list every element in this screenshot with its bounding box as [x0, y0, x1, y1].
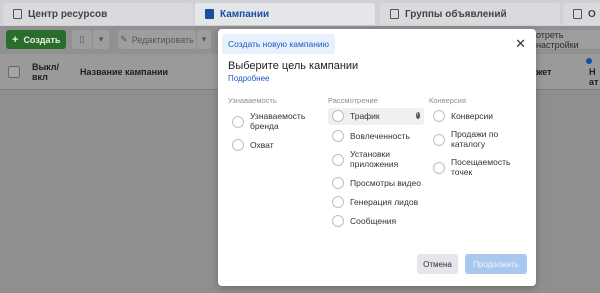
create-campaign-dialog: Создать новую кампанию ✕ Выберите цель к…: [218, 29, 536, 286]
tab-label: Группы объявлений: [405, 8, 507, 20]
chevron-down-icon: ▾: [98, 34, 104, 44]
radio-button[interactable]: [433, 134, 445, 146]
option-label: Генерация лидов: [350, 197, 419, 207]
chevron-down-icon: ▾: [201, 34, 207, 44]
tab-ads[interactable]: О: [563, 3, 600, 25]
column-header-partial[interactable]: Н ат: [589, 67, 599, 87]
tab-label: О: [588, 8, 596, 20]
learn-more-link[interactable]: Подробнее: [228, 74, 270, 83]
dialog-title: Выберите цель кампании: [228, 60, 359, 72]
objective-option-brand-awareness[interactable]: Узнаваемость бренда: [232, 111, 318, 131]
radio-button[interactable]: [332, 215, 344, 227]
radio-button[interactable]: [232, 139, 244, 151]
option-label: Конверсии: [451, 111, 493, 121]
info-icon: [586, 58, 592, 64]
objective-option-catalog-sales[interactable]: Продажи по каталогу: [433, 129, 501, 149]
tab-ad-groups[interactable]: Группы объявлений: [380, 3, 560, 25]
continue-button[interactable]: Продолжить: [465, 254, 527, 274]
tab-label: Кампании: [220, 8, 270, 20]
radio-button[interactable]: [232, 116, 244, 128]
objective-option-video-views[interactable]: Просмотры видео: [332, 177, 421, 189]
option-label: Продажи по каталогу: [451, 129, 499, 149]
radio-button[interactable]: [332, 110, 344, 122]
select-all-checkbox[interactable]: [8, 66, 20, 78]
edit-button[interactable]: ✎ Редактировать: [118, 30, 196, 49]
option-label: Установки приложения: [350, 149, 399, 169]
duplicate-button[interactable]: ▯: [72, 30, 92, 49]
duplicate-dropdown-button[interactable]: ▾: [93, 30, 109, 49]
option-label: Охват: [250, 140, 274, 150]
objective-option-conversions[interactable]: Конверсии: [433, 110, 493, 122]
radio-button[interactable]: [332, 154, 344, 166]
objective-option-reach[interactable]: Охват: [232, 139, 274, 151]
divider: [218, 248, 536, 249]
option-label: Вовлеченность: [350, 131, 410, 141]
edit-label: Редактировать: [131, 34, 194, 45]
create-label: Создать: [23, 34, 61, 45]
objective-option-app-installs[interactable]: Установки приложения: [332, 149, 402, 169]
document-icon: [573, 9, 582, 19]
view-settings-button[interactable]: отреть настройки: [532, 29, 600, 50]
tab-label: Центр ресурсов: [28, 8, 108, 20]
column-header-campaign-name[interactable]: Название кампании: [80, 67, 168, 77]
view-settings-label: отреть настройки: [536, 29, 579, 50]
option-label: Просмотры видео: [350, 178, 421, 188]
radio-button[interactable]: [332, 130, 344, 142]
category-title-conversion: Конверсия: [429, 96, 466, 105]
close-icon[interactable]: ✕: [515, 37, 526, 50]
column-header-budget[interactable]: жет: [536, 67, 552, 77]
option-label: Посещаемость точек: [451, 157, 511, 177]
radio-button[interactable]: [332, 177, 344, 189]
objective-option-traffic[interactable]: Трафик i: [328, 108, 424, 125]
objective-option-lead-generation[interactable]: Генерация лидов: [332, 196, 419, 208]
pencil-icon: ✎: [120, 34, 128, 44]
radio-button[interactable]: [433, 162, 445, 174]
plus-icon: +: [12, 33, 19, 46]
option-label: Трафик: [350, 111, 380, 121]
objective-option-engagement[interactable]: Вовлеченность: [332, 130, 410, 142]
option-label: Узнаваемость бренда: [250, 111, 306, 131]
clipboard-icon: [13, 9, 22, 19]
objective-option-messages[interactable]: Сообщения: [332, 215, 397, 227]
folder-icon: [205, 9, 214, 19]
copy-icon: ▯: [79, 34, 85, 44]
tab-resource-center[interactable]: Центр ресурсов: [3, 3, 193, 25]
grid-icon: [390, 9, 399, 19]
create-button[interactable]: + Создать: [6, 30, 66, 49]
radio-button[interactable]: [332, 196, 344, 208]
category-title-consideration: Рассмотрение: [328, 96, 378, 105]
column-header-toggle[interactable]: Выкл/ вкл: [32, 62, 62, 82]
create-campaign-tab[interactable]: Создать новую кампанию: [222, 34, 336, 54]
tab-campaigns[interactable]: Кампании: [195, 3, 375, 25]
top-tab-bar: Центр ресурсов Кампании Группы объявлени…: [0, 0, 600, 26]
info-icon[interactable]: i: [415, 112, 420, 119]
objective-option-store-traffic[interactable]: Посещаемость точек: [433, 157, 513, 177]
cancel-button[interactable]: Отмена: [417, 254, 458, 274]
category-title-awareness: Узнаваемость: [228, 96, 277, 105]
option-label: Сообщения: [350, 216, 397, 226]
edit-dropdown-button[interactable]: ▾: [197, 30, 211, 49]
radio-button[interactable]: [433, 110, 445, 122]
